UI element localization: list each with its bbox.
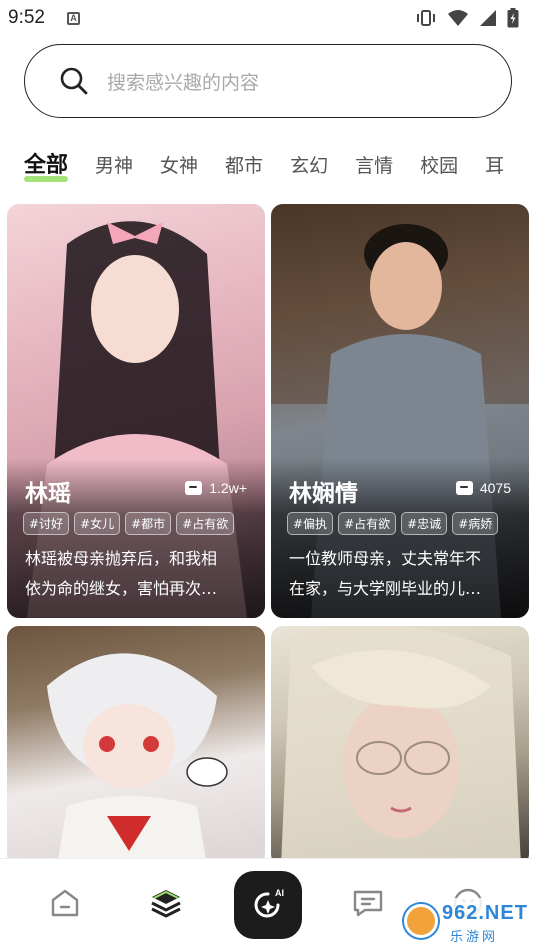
tab-label: 全部 [24,153,69,178]
home-icon [51,889,79,917]
ai-label: AI [275,888,284,898]
status-right [415,8,519,28]
tab-label: 校园 [420,155,459,177]
tag: #偏执 [287,512,334,535]
tab-label: 玄幻 [290,155,329,177]
character-card[interactable]: 林娴情 4075 #偏执 #占有欲 #忠诚 #病娇 一位教师母亲，丈夫常年不 在… [271,204,529,618]
tab-male-god[interactable]: 男神 [95,148,133,188]
character-name: 林娴情 [289,481,358,507]
tab-label: 耳 [485,155,505,177]
tag: #病娇 [452,512,499,535]
chat-icon [185,481,203,495]
ai-icon: AI [254,888,284,918]
tag: #忠诚 [401,512,448,535]
tab-all[interactable]: 全部 [24,148,68,188]
status-time: 9:52 [8,7,45,28]
tag-list: #偏执 #占有欲 #忠诚 #病娇 [287,512,499,535]
wifi-icon [448,10,468,26]
category-tabs: 全部 男神 女神 都市 玄幻 言情 校园 耳 [0,148,535,192]
a-icon: A [66,11,80,25]
tab-female-god[interactable]: 女神 [160,148,198,188]
character-description: 一位教师母亲，丈夫常年不 在家，与大学刚毕业的儿… [289,544,515,604]
signal-icon [480,10,496,26]
character-portrait [47,653,228,866]
watermark-subtext: 乐游网 [450,930,499,945]
message-icon [353,890,383,917]
description-line: 一位教师母亲，丈夫常年不 [289,549,482,568]
tab-active-indicator [24,176,68,182]
search-icon [60,67,88,95]
character-description: 林瑶被母亲抛弃后，和我相 依为命的继女，害怕再次… [25,544,251,604]
chat-count-value: 4075 [479,480,511,496]
description-line: 林瑶被母亲抛弃后，和我相 [25,549,218,568]
search-input[interactable]: 搜索感兴趣的内容 [24,44,512,118]
watermark-logo: 962.NET 乐游网 [398,898,530,946]
description-line: 依为命的继女，害怕再次… [25,579,218,598]
nav-discover[interactable] [148,885,184,921]
chat-count-value: 1.2w+ [209,480,247,496]
tab-label: 言情 [355,155,394,177]
chat-count: 4075 [455,480,511,496]
watermark-emblem [404,904,438,938]
tag: #女儿 [74,512,121,535]
status-left: 9:52 A [8,7,80,29]
tab-label: 女神 [160,155,199,177]
tab-romance[interactable]: 言情 [355,148,393,188]
tag: #占有欲 [338,512,397,535]
tag: #占有欲 [176,512,235,535]
tab-label: 男神 [95,155,134,177]
tab-label: 都市 [225,155,264,177]
character-card[interactable]: 林瑶 1.2w+ #讨好 #女儿 #都市 #占有欲 林瑶被母亲抛弃后，和我相 依… [7,204,265,618]
tag: #讨好 [23,512,70,535]
nav-messages[interactable] [350,885,386,921]
nav-ai-create[interactable]: AI [234,871,302,939]
description-line: 在家，与大学刚毕业的儿… [289,579,482,598]
search-placeholder: 搜索感兴趣的内容 [107,71,260,94]
tag: #都市 [125,512,172,535]
vibrate-icon [417,10,435,26]
character-card[interactable] [271,626,529,866]
tab-overflow[interactable]: 耳 [485,148,504,188]
character-card[interactable] [7,626,265,866]
tab-fantasy[interactable]: 玄幻 [290,148,328,188]
character-name: 林瑶 [25,481,71,507]
watermark-text: 962.NET [442,902,528,924]
chat-icon [455,481,473,495]
battery-icon [507,8,519,28]
tab-campus[interactable]: 校园 [420,148,458,188]
chat-count: 1.2w+ [185,480,247,496]
character-portrait [281,626,521,866]
nav-home[interactable] [47,885,83,921]
layers-icon [151,890,181,918]
status-bar: 9:52 A [0,0,535,36]
tag-list: #讨好 #女儿 #都市 #占有欲 [23,512,235,535]
tab-urban[interactable]: 都市 [225,148,263,188]
